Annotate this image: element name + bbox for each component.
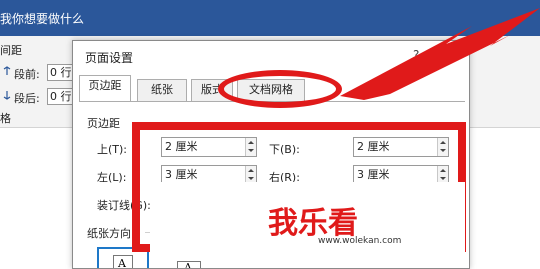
watermark-url: www.wolekan.com bbox=[318, 236, 402, 246]
